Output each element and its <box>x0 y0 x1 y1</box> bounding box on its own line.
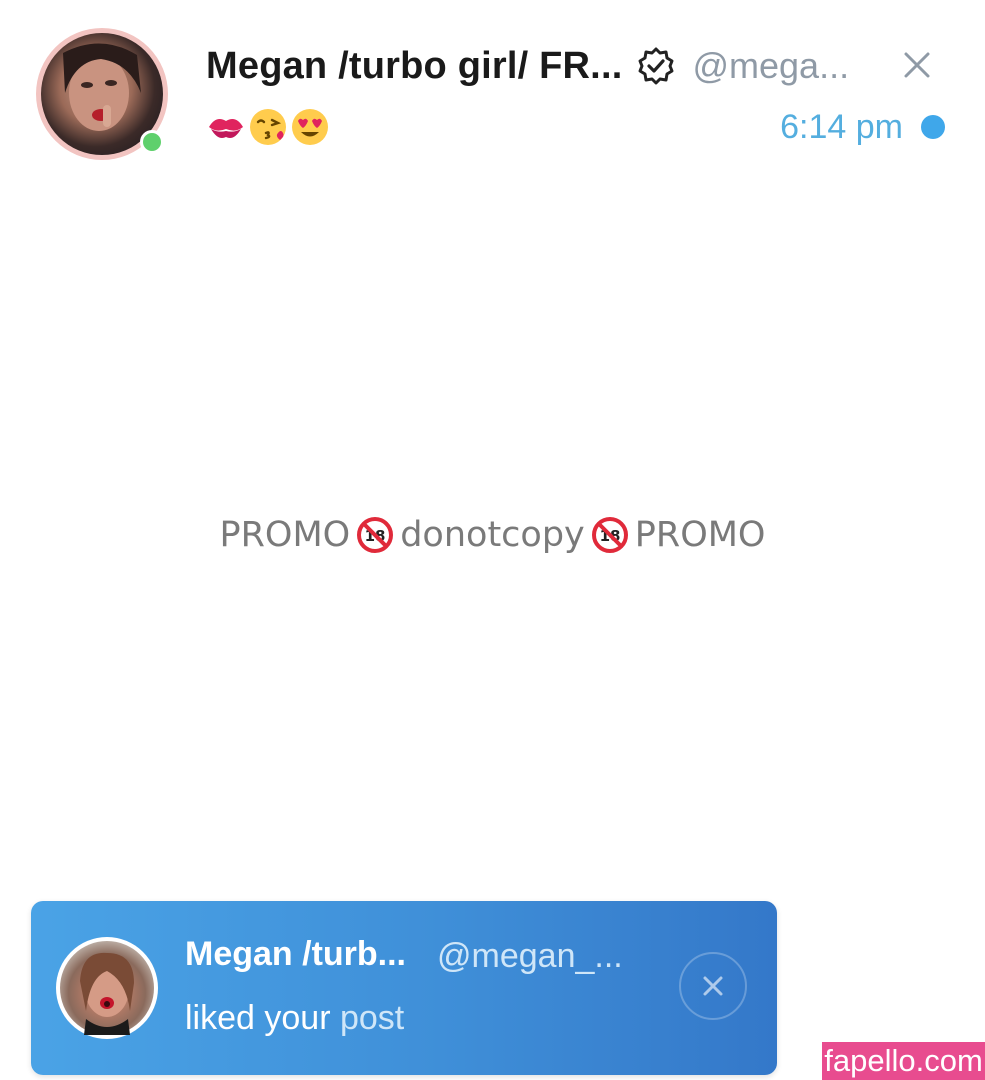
kiss-mark-icon <box>206 107 246 147</box>
watermark-left: PROMO <box>219 515 351 555</box>
toast-message: liked your post <box>185 999 404 1038</box>
toast-avatar[interactable] <box>56 937 158 1039</box>
watermark-middle: donotcopy <box>400 515 585 555</box>
header-avatar[interactable] <box>36 28 168 160</box>
toast-close-button[interactable] <box>679 952 747 1020</box>
close-icon <box>703 976 723 996</box>
online-status-dot <box>140 130 164 154</box>
header-handle[interactable]: @mega... <box>692 45 849 87</box>
header-name-row: Megan /turbo girl/ FR... @mega... <box>206 40 906 92</box>
display-name[interactable]: Megan /turbo girl/ FR... <box>206 45 622 88</box>
toast-avatar-photo <box>60 941 154 1035</box>
site-watermark-badge: fapello.com <box>822 1042 985 1080</box>
no-under-18-icon: 18 <box>591 516 629 554</box>
close-icon[interactable] <box>900 48 934 82</box>
verified-badge-icon <box>636 46 676 86</box>
watermark-right: PROMO <box>634 515 766 555</box>
unread-indicator-dot <box>921 115 945 139</box>
toast-handle[interactable]: @megan_... <box>437 937 623 976</box>
like-notification-toast[interactable]: Megan /turb... @megan_... liked your pos… <box>31 901 777 1075</box>
toast-message-text: liked your <box>185 999 340 1037</box>
face-blowing-kiss-icon <box>248 107 288 147</box>
toast-post-link[interactable]: post <box>340 999 404 1037</box>
time-row: 6:14 pm <box>780 104 945 150</box>
promo-watermark: PROMO 18 donotcopy 18 PROMO <box>0 515 985 555</box>
status-emojis <box>206 104 332 150</box>
no-under-18-icon: 18 <box>356 516 394 554</box>
toast-avatar-face-illustration <box>80 952 134 1035</box>
heart-eyes-icon <box>290 107 330 147</box>
toast-display-name[interactable]: Megan /turb... <box>185 935 406 974</box>
message-time: 6:14 pm <box>780 107 903 146</box>
